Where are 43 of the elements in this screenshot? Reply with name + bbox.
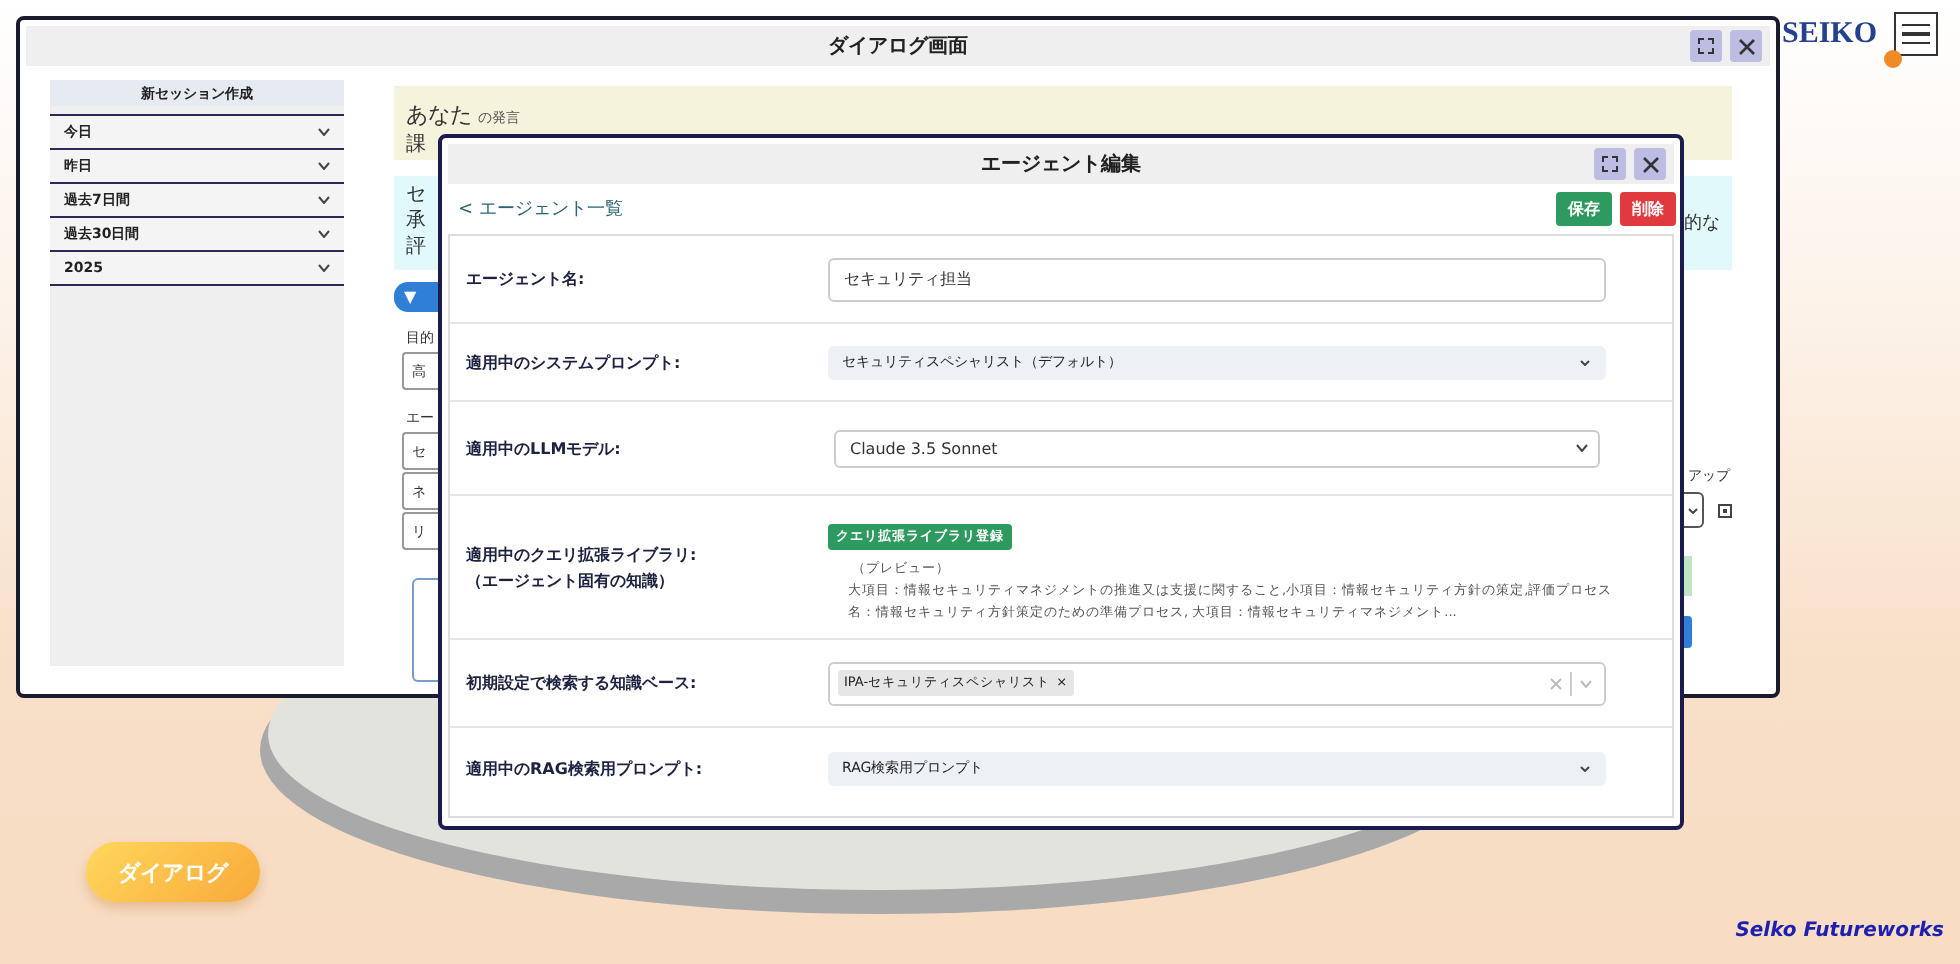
- window-title: ダイアログ画面: [828, 33, 968, 60]
- close-icon: [1737, 37, 1755, 55]
- submit-button[interactable]: [1684, 616, 1692, 648]
- chevron-down-icon: [318, 264, 330, 272]
- chevron-down-icon: [318, 162, 330, 170]
- model-select[interactable]: Claude 3.5 Sonnet: [834, 429, 1600, 467]
- message-text: 的な: [1684, 211, 1720, 236]
- square-icon[interactable]: [1718, 503, 1732, 517]
- field-label: 適用中のクエリ拡張ライブラリ: （エージェント固有の知識）: [466, 543, 699, 593]
- company-name: Selko Futureworks: [1735, 920, 1944, 942]
- back-link[interactable]: < エージェント一覧: [458, 195, 623, 221]
- field-label: 適用中のRAG検索用プロンプト:: [466, 757, 705, 781]
- dialog-title: エージェント編集: [981, 151, 1141, 178]
- chevron-down-icon: [1580, 765, 1590, 771]
- notification-badge: [1884, 50, 1902, 68]
- delete-button[interactable]: 削除: [1620, 191, 1676, 225]
- field-label: 初期設定で検索する知識ベース:: [466, 672, 699, 696]
- message-text: 承: [406, 208, 426, 234]
- chevron-down-icon: [1688, 507, 1698, 513]
- chevron-down-icon: [1576, 444, 1588, 452]
- close-button[interactable]: [1634, 148, 1666, 180]
- expand-icon: [1698, 38, 1714, 54]
- close-icon: [1641, 155, 1659, 173]
- save-button[interactable]: 保存: [1556, 191, 1612, 225]
- chevron-down-icon: [318, 128, 330, 136]
- message-text: 課: [406, 131, 428, 160]
- field-label: 適用中のLLMモデル:: [466, 437, 623, 461]
- chevron-down-icon: [1580, 359, 1590, 365]
- maximize-button[interactable]: [1594, 148, 1626, 180]
- speaker-name: あなた: [406, 102, 472, 128]
- section-toggle[interactable]: ▼: [394, 282, 440, 312]
- field-label: 適用中のシステムプロンプト:: [466, 351, 683, 375]
- maximize-button[interactable]: [1690, 30, 1722, 62]
- chevron-down-icon: [318, 230, 330, 238]
- brand-logo: SEIKO: [1782, 18, 1878, 52]
- close-button[interactable]: [1730, 30, 1762, 62]
- message-text: 評: [406, 234, 426, 260]
- expand-icon: [1602, 156, 1618, 172]
- message-text: セ: [406, 182, 426, 208]
- chevron-down-icon: [318, 196, 330, 204]
- agent-name-field[interactable]: セキュリティ担当: [828, 257, 1606, 301]
- field-label: エージェント名:: [466, 268, 587, 292]
- menu-button[interactable]: [1894, 12, 1938, 56]
